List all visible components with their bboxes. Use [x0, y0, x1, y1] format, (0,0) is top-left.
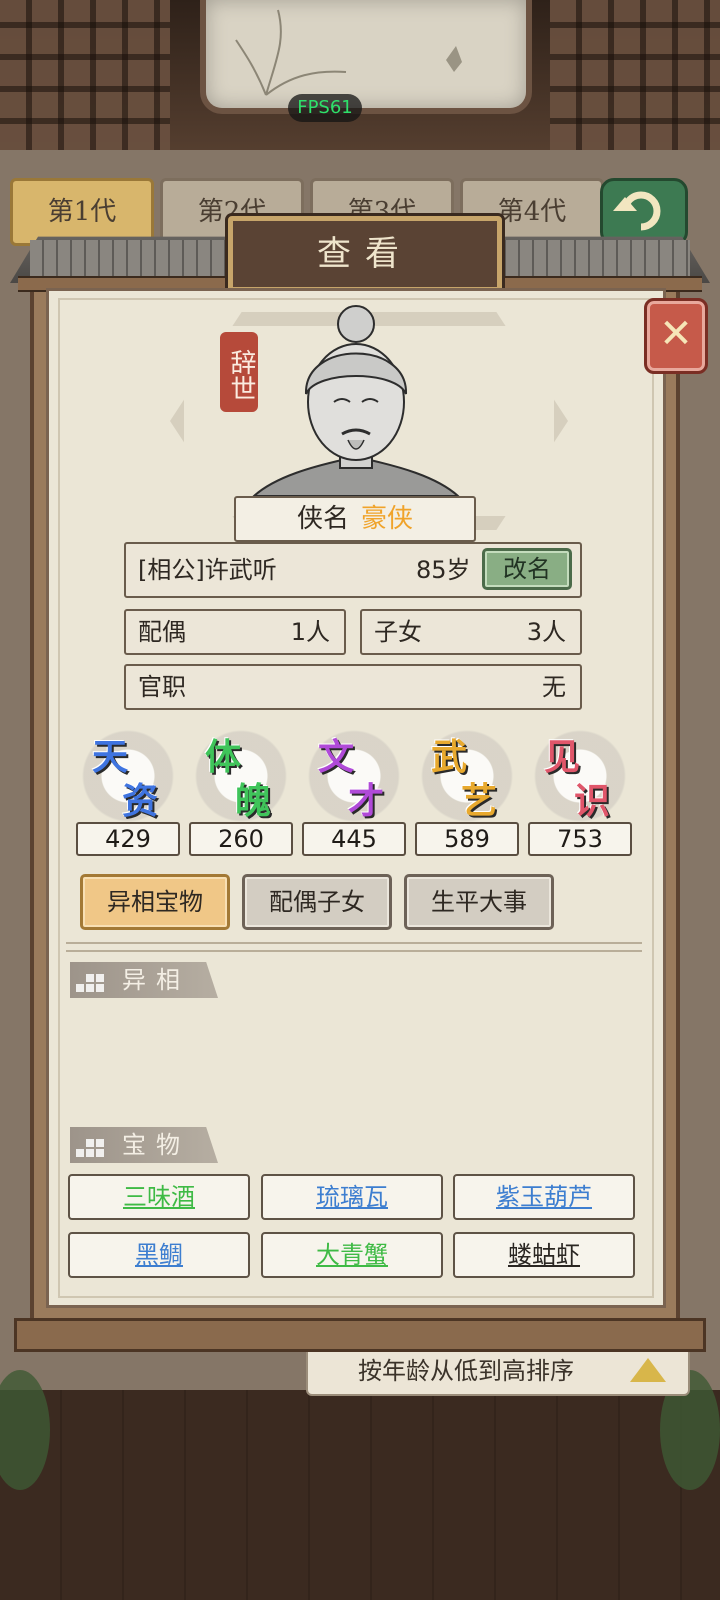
- step-pattern-icon: [76, 1135, 104, 1157]
- close-button[interactable]: ✕: [644, 298, 708, 374]
- generation-tab-1[interactable]: 第1代: [10, 178, 154, 246]
- sort-triangle-icon: [630, 1358, 666, 1382]
- treasure-item[interactable]: 琉璃瓦: [261, 1174, 443, 1220]
- stat-value: 429: [76, 822, 180, 856]
- hero-title-value: 豪侠: [361, 504, 414, 534]
- spouse-count: 1人: [290, 618, 330, 646]
- return-arrow-icon: [613, 191, 661, 231]
- stat-physique: 体魄 260: [189, 730, 293, 860]
- fps-counter: FPS61: [288, 94, 362, 122]
- treasures-heading: 宝物: [70, 1127, 218, 1163]
- treasure-item[interactable]: 紫玉葫芦: [453, 1174, 635, 1220]
- dialog-base: [14, 1318, 706, 1352]
- lattice-window-right: [550, 0, 720, 150]
- stat-talent: 天资 429: [76, 730, 180, 860]
- elder-portrait-icon: [251, 305, 461, 497]
- stat-value: 445: [302, 822, 406, 856]
- stat-martial: 武艺 589: [415, 730, 519, 860]
- treasures-heading-text: 宝物: [122, 1131, 190, 1159]
- stat-glyph-bottom: 艺: [461, 780, 498, 822]
- step-pattern-icon: [76, 970, 104, 992]
- treasure-item[interactable]: 大青蟹: [261, 1232, 443, 1278]
- stat-insight: 见识 753: [528, 730, 632, 860]
- deceased-seal: 辞世: [220, 332, 258, 412]
- orchid-painting: [200, 0, 532, 114]
- character-portrait: [246, 300, 466, 508]
- stat-value: 260: [189, 822, 293, 856]
- stat-glyph-bottom: 魄: [235, 780, 272, 822]
- tab-traits-treasures[interactable]: 异相宝物: [80, 874, 230, 930]
- hero-title-label: 侠名: [296, 504, 349, 534]
- traits-heading: 异相: [70, 962, 218, 998]
- dialog-title: 查看: [228, 216, 502, 292]
- office-label: 官职: [138, 673, 186, 701]
- orchid-icon: [235, 9, 462, 96]
- treasure-item[interactable]: 黑鲷: [68, 1232, 250, 1278]
- stat-glyph-bottom: 才: [348, 780, 385, 822]
- person-name: [相公]许武听: [138, 556, 277, 584]
- stat-value: 589: [415, 822, 519, 856]
- stat-glyph-bottom: 资: [122, 780, 159, 822]
- tab-spouse-children[interactable]: 配偶子女: [242, 874, 392, 930]
- stat-value: 753: [528, 822, 632, 856]
- section-divider: [66, 942, 642, 952]
- sort-order-label: 按年龄从低到高排序: [358, 1357, 574, 1385]
- spouse-label: 配偶: [138, 618, 186, 646]
- close-icon: ✕: [659, 311, 693, 357]
- children-count: 3人: [526, 618, 566, 646]
- treasure-item[interactable]: 蝼蛄虾: [453, 1232, 635, 1278]
- stat-glyph-bottom: 识: [574, 780, 611, 822]
- person-age: 85岁: [416, 556, 471, 584]
- office-row: 官职 无: [124, 664, 582, 710]
- rename-button[interactable]: 改名: [482, 548, 572, 590]
- children-label: 子女: [374, 618, 422, 646]
- hero-title-box: 侠名 豪侠: [234, 496, 476, 542]
- floor: [0, 1390, 720, 1600]
- children-row: 子女 3人: [360, 609, 582, 655]
- lattice-window-left: [0, 0, 170, 150]
- traits-list: [70, 1004, 640, 1114]
- back-button[interactable]: [600, 178, 688, 246]
- office-value: 无: [542, 673, 566, 701]
- treasure-item[interactable]: 三味酒: [68, 1174, 250, 1220]
- traits-heading-text: 异相: [122, 966, 190, 994]
- stat-literary: 文才 445: [302, 730, 406, 860]
- spouse-row: 配偶 1人: [124, 609, 346, 655]
- tab-life-events[interactable]: 生平大事: [404, 874, 554, 930]
